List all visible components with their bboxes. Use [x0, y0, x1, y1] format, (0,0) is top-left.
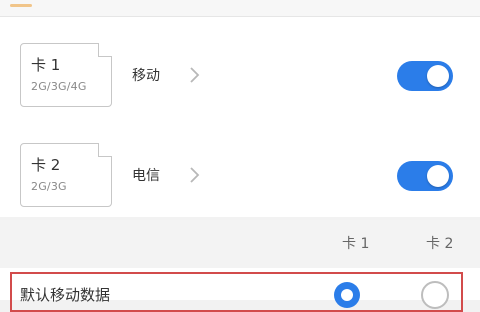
column-header-row: [0, 220, 480, 268]
sim-networks: 2G/3G/4G: [31, 80, 87, 93]
chevron-right-icon[interactable]: [186, 65, 202, 85]
chevron-right-icon[interactable]: [186, 165, 202, 185]
column-header-sim-2: 卡 2: [426, 236, 454, 252]
sim-row-2[interactable]: 卡 2 2G/3G 电信: [0, 117, 480, 213]
top-bar: [0, 0, 480, 17]
sim-row-1[interactable]: 卡 1 2G/3G/4G 移动: [0, 17, 480, 113]
carrier-name[interactable]: 移动: [132, 65, 160, 85]
sim-notch: [98, 43, 112, 57]
toggle-knob: [427, 65, 449, 87]
carrier-name[interactable]: 电信: [132, 165, 160, 185]
sim-card-icon: 卡 2 2G/3G: [20, 143, 112, 207]
sim-networks: 2G/3G: [31, 180, 67, 193]
sim-title: 卡 2: [31, 156, 61, 174]
status-hint: [10, 4, 32, 7]
radio-inner-dot: [341, 289, 353, 301]
toggle-knob: [427, 165, 449, 187]
sim-2-toggle[interactable]: [397, 161, 453, 191]
column-header-sim-1: 卡 1: [342, 236, 370, 252]
default-data-label: 默认移动数据: [20, 286, 111, 304]
sim-card-icon: 卡 1 2G/3G/4G: [20, 43, 112, 107]
radio-sim-1-selected[interactable]: [334, 282, 360, 308]
sim-notch: [98, 143, 112, 157]
radio-sim-2-unselected[interactable]: [421, 281, 449, 309]
sim-title: 卡 1: [31, 56, 61, 74]
sim-1-toggle[interactable]: [397, 61, 453, 91]
